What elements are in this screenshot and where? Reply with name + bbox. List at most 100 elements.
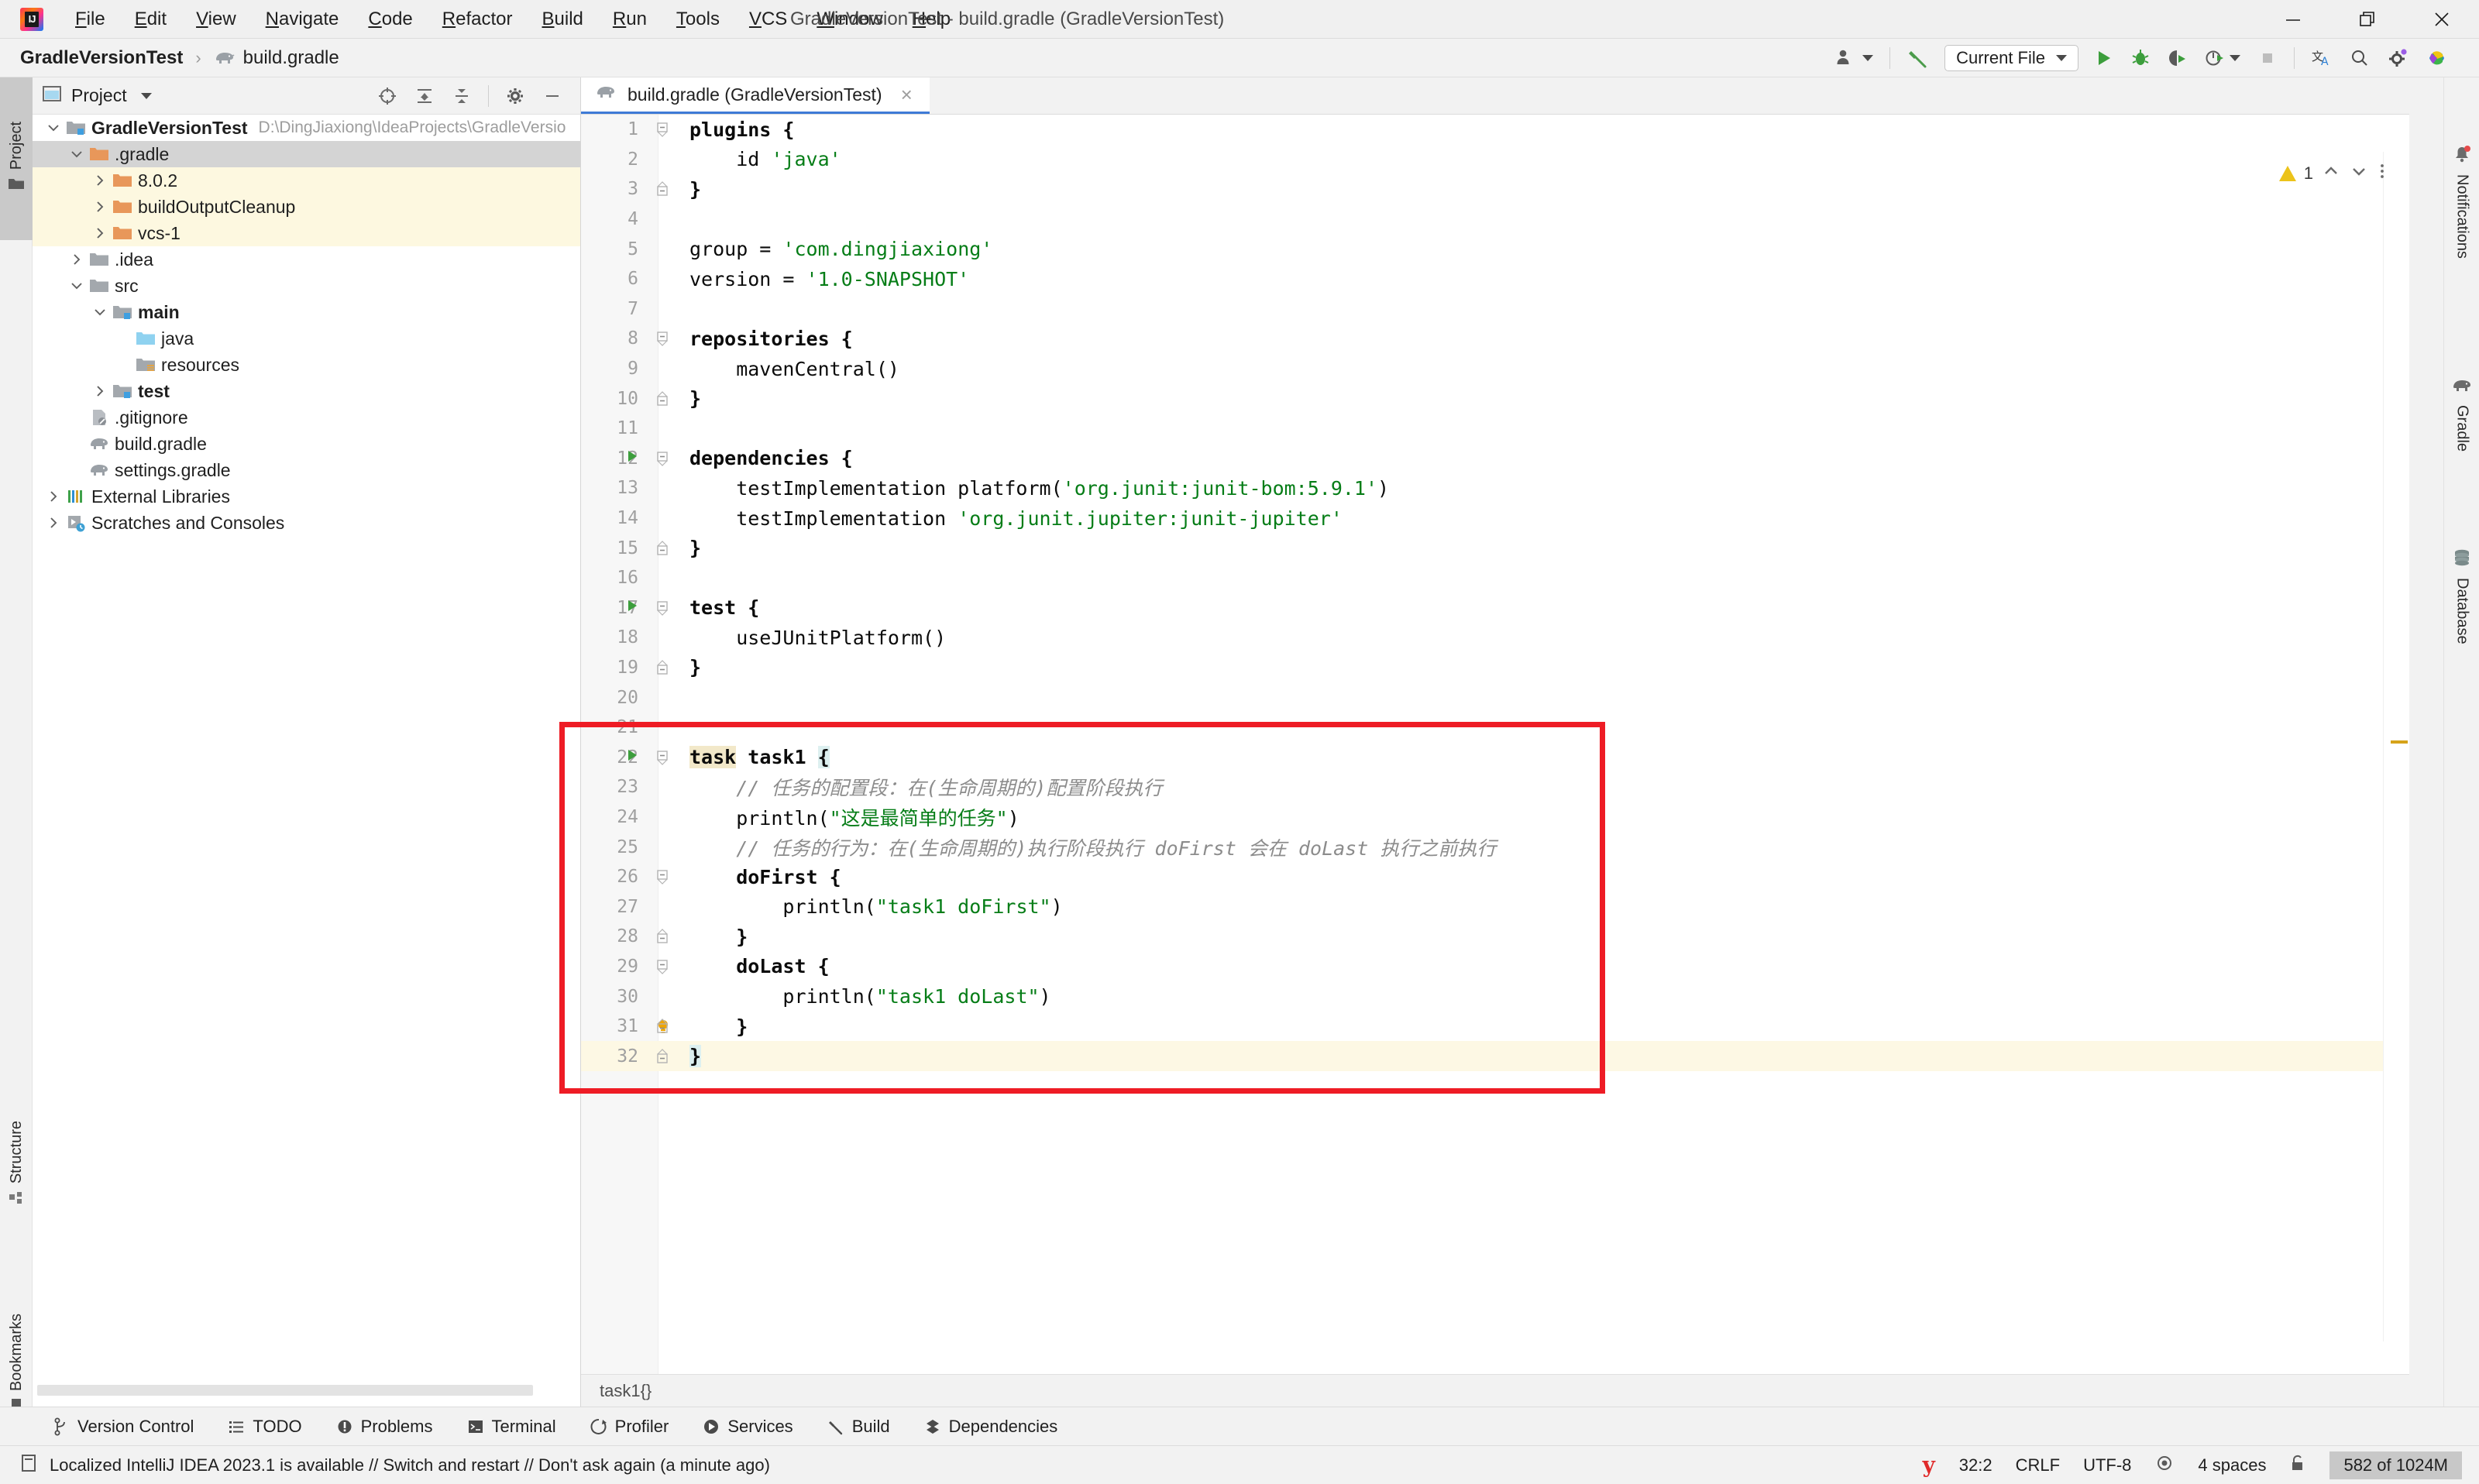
tree-node-test[interactable]: test (33, 378, 580, 404)
status-message[interactable]: Localized IntelliJ IDEA 2023.1 is availa… (50, 1455, 770, 1475)
code-line[interactable]: 2 id 'java' (581, 145, 2409, 175)
tree-node-scratches-and-consoles[interactable]: Scratches and Consoles (33, 510, 580, 536)
restore-button[interactable] (2330, 0, 2405, 39)
code-line[interactable]: 25 // 任务的行为：在(生命周期的)执行阶段执行 doFirst 会在 do… (581, 832, 2409, 862)
code-line[interactable]: 7 (581, 294, 2409, 325)
tree-node-src[interactable]: src (33, 273, 580, 299)
run-button[interactable] (2085, 39, 2122, 77)
lock-icon[interactable] (2289, 1453, 2306, 1478)
select-opened-file-icon[interactable] (369, 86, 406, 106)
fold-region-start-icon[interactable] (655, 451, 671, 466)
code-line[interactable]: 29 doLast { (581, 952, 2409, 982)
project-panel-hscrollbar[interactable] (37, 1385, 533, 1396)
project-tree[interactable]: GradleVersionTest D:\DingJiaxiong\IdeaPro… (33, 115, 580, 536)
run-configuration-selector[interactable]: Current File (1944, 45, 2078, 71)
fold-region-end-icon[interactable] (655, 929, 671, 944)
code-line[interactable]: 22 task task1 { (581, 742, 2409, 772)
tree-node-main[interactable]: main (33, 299, 580, 325)
tree-node-buildoutputcleanup[interactable]: buildOutputCleanup (33, 194, 580, 220)
tool-window-terminal[interactable]: Terminal (450, 1407, 573, 1446)
code-line[interactable]: 6 version = '1.0-SNAPSHOT' (581, 264, 2409, 294)
chevron-down-icon[interactable] (67, 279, 87, 293)
code-line[interactable]: 11 (581, 414, 2409, 444)
code-line[interactable]: 18 useJUnitPlatform() (581, 623, 2409, 653)
tree-node-settings-gradle[interactable]: settings.gradle (33, 457, 580, 483)
build-hammer-icon[interactable] (1898, 39, 1938, 77)
run-gutter-icon[interactable] (624, 747, 640, 767)
tree-node-gradle[interactable]: .gradle (33, 141, 580, 167)
fold-region-end-icon[interactable] (655, 390, 671, 407)
profile-button[interactable] (2196, 39, 2249, 77)
indent-setting[interactable]: 4 spaces (2198, 1455, 2266, 1475)
fold-region-end-icon[interactable] (655, 660, 671, 675)
chevron-down-icon[interactable] (140, 92, 152, 99)
code-line[interactable]: 23 // 任务的配置段：在(生命周期的)配置阶段执行 (581, 772, 2409, 802)
menu-item-build[interactable]: Build (528, 5, 598, 33)
tree-node-build-gradle[interactable]: build.gradle (33, 431, 580, 457)
hide-panel-icon[interactable] (534, 86, 571, 106)
code-line[interactable]: 28 } (581, 922, 2409, 952)
close-icon[interactable]: × (901, 83, 913, 107)
code-line[interactable]: 26 doFirst { (581, 862, 2409, 892)
inspections-widget[interactable]: 1 (2278, 161, 2388, 186)
code-line[interactable]: 12 dependencies { (581, 444, 2409, 474)
minimize-button[interactable] (2256, 0, 2330, 39)
code-line[interactable]: 30 println("task1 doLast") (581, 981, 2409, 1012)
code-line[interactable]: 10} (581, 383, 2409, 414)
chevron-right-icon[interactable] (43, 516, 64, 530)
expand-all-icon[interactable] (406, 86, 443, 106)
code-line[interactable]: 9 mavenCentral() (581, 354, 2409, 384)
memory-indicator[interactable]: 582 of 1024M (2329, 1451, 2462, 1479)
menu-item-view[interactable]: View (181, 5, 251, 33)
close-button[interactable] (2405, 0, 2479, 39)
code-line[interactable]: 19} (581, 653, 2409, 683)
tree-node-idea[interactable]: .idea (33, 246, 580, 273)
chevron-right-icon[interactable] (90, 226, 110, 240)
menu-item-edit[interactable]: Edit (120, 5, 181, 33)
sidebar-item-notifications[interactable]: Notifications (2444, 85, 2479, 318)
code-line[interactable]: 31 } (581, 1012, 2409, 1042)
code-editor[interactable]: 1 plugins {2 id 'java' 3} 4 5 group = 'com.di… (581, 115, 2409, 1374)
sidebar-item-structure[interactable]: Structure (0, 1077, 33, 1255)
menu-item-code[interactable]: Code (353, 5, 427, 33)
debug-button[interactable] (2122, 39, 2159, 77)
menu-item-file[interactable]: File (60, 5, 120, 33)
breadcrumb-project[interactable]: GradleVersionTest (20, 47, 183, 69)
code-line[interactable]: 1 plugins { (581, 115, 2409, 145)
gear-icon[interactable] (497, 86, 534, 106)
tree-node-8-0-2[interactable]: 8.0.2 (33, 167, 580, 194)
chevron-right-icon[interactable] (90, 200, 110, 214)
chevron-right-icon[interactable] (43, 490, 64, 503)
chevron-down-icon[interactable] (67, 147, 87, 161)
fold-region-end-icon[interactable] (655, 540, 671, 556)
code-line[interactable]: 16 (581, 563, 2409, 593)
gear-icon[interactable] (2378, 39, 2417, 77)
yandex-icon[interactable]: у (1922, 1452, 1936, 1478)
tree-node-gradleversiontest[interactable]: GradleVersionTest D:\DingJiaxiong\IdeaPro… (33, 115, 580, 141)
editor-breadcrumb-label[interactable]: task1{} (600, 1381, 652, 1401)
tool-window-todo[interactable]: TODO (211, 1407, 318, 1446)
sidebar-item-database[interactable]: Database (2444, 507, 2479, 685)
menu-item-run[interactable]: Run (598, 5, 662, 33)
breadcrumb-file[interactable]: build.gradle (243, 47, 339, 69)
fold-region-start-icon[interactable] (655, 959, 671, 974)
settings-sync-account-icon[interactable] (1826, 39, 1882, 77)
code-line[interactable]: 5 group = 'com.dingjiaxiong' (581, 234, 2409, 264)
inspection-eye-icon[interactable] (2154, 1453, 2175, 1478)
code-line[interactable]: 8 repositories { (581, 324, 2409, 354)
ai-assistant-icon[interactable] (2417, 39, 2456, 77)
chevron-right-icon[interactable] (90, 173, 110, 187)
chevron-down-icon[interactable] (43, 121, 64, 135)
collapse-all-icon[interactable] (443, 86, 480, 106)
tree-node-gitignore[interactable]: .gitignore (33, 404, 580, 431)
code-line[interactable]: 20 (581, 682, 2409, 713)
fold-region-start-icon[interactable] (655, 331, 671, 347)
tree-node-external-libraries[interactable]: External Libraries (33, 483, 580, 510)
code-line[interactable]: 4 (581, 204, 2409, 235)
fold-region-start-icon[interactable] (655, 122, 671, 138)
chevron-right-icon[interactable] (67, 252, 87, 266)
tree-node-java[interactable]: java (33, 325, 580, 352)
inspections-menu-icon[interactable] (2377, 161, 2388, 186)
run-with-coverage-button[interactable] (2159, 39, 2196, 77)
previous-problem-icon[interactable] (2321, 163, 2341, 184)
